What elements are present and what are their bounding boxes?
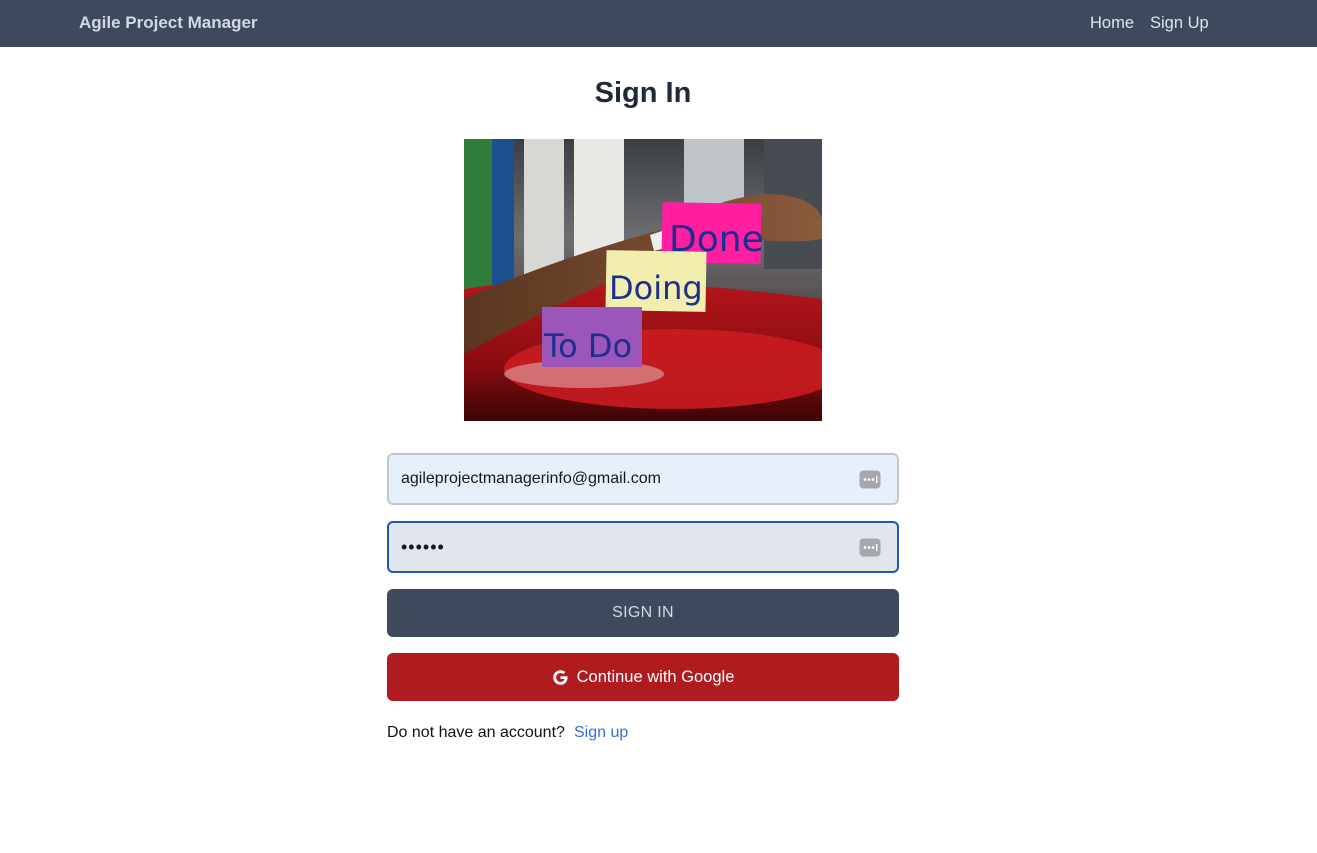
google-button-label: Continue with Google [576, 667, 735, 686]
google-g-icon [552, 669, 568, 685]
nav-signup-link[interactable]: Sign Up [1150, 14, 1209, 32]
doing-note-text: Doing [609, 269, 703, 307]
sign-in-button[interactable]: SIGN IN [387, 589, 899, 637]
top-navbar: Agile Project Manager Home Sign Up [0, 0, 1317, 47]
brand-logo-link[interactable]: Agile Project Manager [79, 14, 258, 32]
email-field[interactable] [387, 453, 899, 505]
password-key-icon[interactable] [859, 538, 881, 557]
no-account-prompt: Do not have an account? [387, 724, 565, 741]
sign-up-link[interactable]: Sign up [574, 724, 628, 742]
todo-note-text: To Do [543, 327, 632, 365]
sticky-notes-photo: Done Doing To Do [464, 139, 822, 421]
password-field[interactable] [387, 521, 899, 573]
page-title: Sign In [594, 77, 692, 109]
password-key-icon[interactable] [859, 470, 881, 489]
password-input[interactable] [389, 523, 897, 571]
sign-in-label: SIGN IN [612, 604, 674, 621]
email-input[interactable] [389, 455, 897, 503]
nav-home-link[interactable]: Home [1090, 14, 1134, 32]
continue-with-google-button[interactable]: Continue with Google [387, 653, 899, 701]
hero-image: Done Doing To Do [464, 139, 822, 421]
